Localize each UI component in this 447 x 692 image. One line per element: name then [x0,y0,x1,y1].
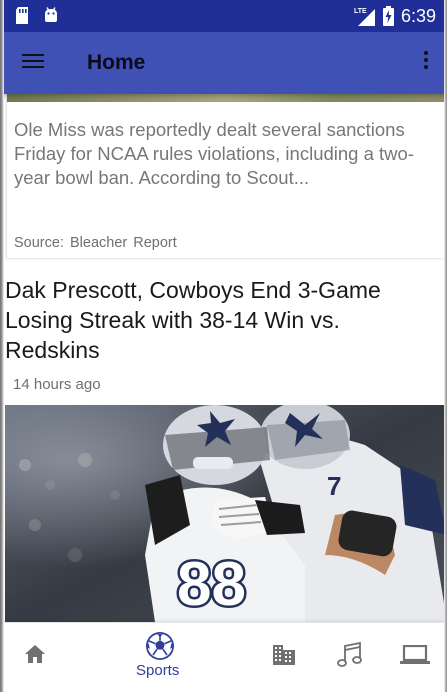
article-image[interactable]: 7 88 [5,405,447,622]
status-left-icons [15,7,59,24]
nav-city[interactable] [255,623,315,692]
sd-card-icon [16,7,28,24]
android-icon [45,7,57,22]
battery-charging-icon [382,6,394,26]
status-time: 6:39 [400,6,436,26]
news-card[interactable]: Ole Miss was reportedly dealt several sa… [6,94,445,258]
soccer-ball-icon [146,632,174,660]
laptop-icon [400,645,430,664]
article-title[interactable]: Dak Prescott, Cowboys End 3-Game Losing … [5,275,437,365]
app-bar: Home [0,32,447,94]
nav-music[interactable] [320,623,380,692]
card-image [7,94,444,102]
lte-signal-icon: LTE [354,8,375,26]
article-timestamp: 14 hours ago [13,376,101,393]
more-vert-icon[interactable] [421,51,431,75]
nav-sports[interactable]: Sports [110,623,210,692]
home-icon [25,645,45,663]
football-players-image: 7 88 [5,405,447,622]
page-title: Home [87,51,146,74]
hamburger-menu-icon[interactable] [22,50,48,74]
left-edge-shadow [0,0,4,692]
status-bar: LTE 6:39 [0,0,447,32]
bottom-navigation: Sports [0,622,447,692]
card-source: Source: Bleacher Report [14,235,177,251]
network-label: LTE [354,8,367,15]
nav-home[interactable] [0,623,75,692]
card-description: Ole Miss was reportedly dealt several sa… [14,119,414,188]
source-label: Source: [14,235,64,251]
source-name: Bleacher Report [70,235,177,251]
nav-technology[interactable] [385,623,445,692]
app-frame: LTE 6:39 Home Ole Miss was reportedly de… [0,0,447,692]
nav-sports-label: Sports [136,662,180,679]
city-icon [273,645,295,665]
status-right: LTE 6:39 [354,5,436,27]
news-feed[interactable]: Ole Miss was reportedly dealt several sa… [0,94,447,622]
music-note-icon [337,641,362,667]
